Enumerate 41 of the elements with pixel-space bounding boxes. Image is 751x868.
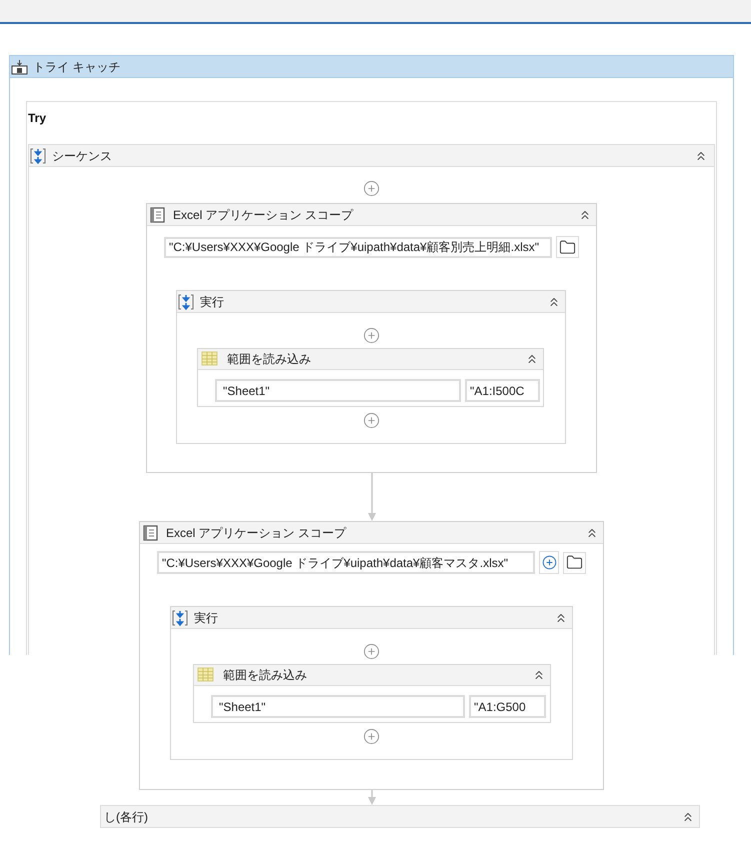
add-icon[interactable] [362,412,380,429]
range-field[interactable]: "A1:G500 [469,695,546,718]
browse-folder-button[interactable] [563,552,586,574]
sequence-title: 実行 [194,610,218,626]
file-path-field[interactable]: "C:¥Users¥XXX¥Google ドライブ¥uipath¥data¥顧客別売上明細.xlsx" [164,236,552,258]
activity-title: 範囲を読み込み [227,351,311,368]
document-icon [143,524,158,540]
sequence-icon [30,148,46,164]
add-button[interactable] [539,551,559,574]
try-catch-title: トライ キャッチ [33,58,120,76]
sheet-name-field[interactable]: "Sheet1" [215,379,461,402]
file-path-field[interactable]: "C:¥Users¥XXX¥Google ドライブ¥uipath¥data¥顧客マスタ.xlsx" [157,551,535,574]
add-icon[interactable] [363,728,380,745]
activity-card[interactable]: 範囲を読み込み "Sheet1" "A1:I500C [197,348,544,407]
sequence-card[interactable]: 実行 範囲を読み込み "Sheet1" "A1:I500C [176,290,566,444]
activity-header[interactable]: し(各行) [100,805,700,828]
add-icon[interactable] [363,643,380,660]
document-icon [150,206,165,222]
sequence-card[interactable]: 実行 範囲を読み込み "Sheet1" "A1:G500 [170,606,573,760]
add-icon[interactable] [362,327,380,344]
add-icon[interactable] [363,180,380,197]
try-label: Try [28,111,46,125]
browse-folder-button[interactable] [556,236,579,258]
scope-title: Excel アプリケーション スコープ [173,206,354,224]
sheet-name-field[interactable]: "Sheet1" [211,695,465,718]
scope-card[interactable]: Excel アプリケーション スコープ "C:¥Users¥XXX¥Google ドライブ¥uipath¥data¥顧客別売上明細.xlsx" 実行 範囲を読み込み "Sheet1" "A1:I500C [146,203,597,473]
scope-card[interactable]: Excel アプリケーション スコープ "C:¥Users¥XXX¥Google ドライブ¥uipath¥data¥顧客マスタ.xlsx" 実行 範囲を読み込み "Sheet1" "A1:G500 [139,521,604,790]
sequence-title: 実行 [200,294,224,310]
activity-card[interactable]: 範囲を読み込み "Sheet1" "A1:G500 [193,664,551,723]
connector-arrow [366,473,376,521]
range-field[interactable]: "A1:I500C [465,379,540,402]
sequence-icon [172,610,188,626]
table-grid-icon [201,351,219,367]
sequence-icon [178,294,194,310]
try-catch-icon [11,58,28,74]
table-grid-icon [197,667,215,683]
sequence-title: シーケンス [52,148,112,164]
scope-title: Excel アプリケーション スコープ [166,524,346,542]
activity-title: 範囲を読み込み [223,667,307,684]
activity-title: し(各行) [104,808,148,826]
connector-arrow [366,790,376,805]
